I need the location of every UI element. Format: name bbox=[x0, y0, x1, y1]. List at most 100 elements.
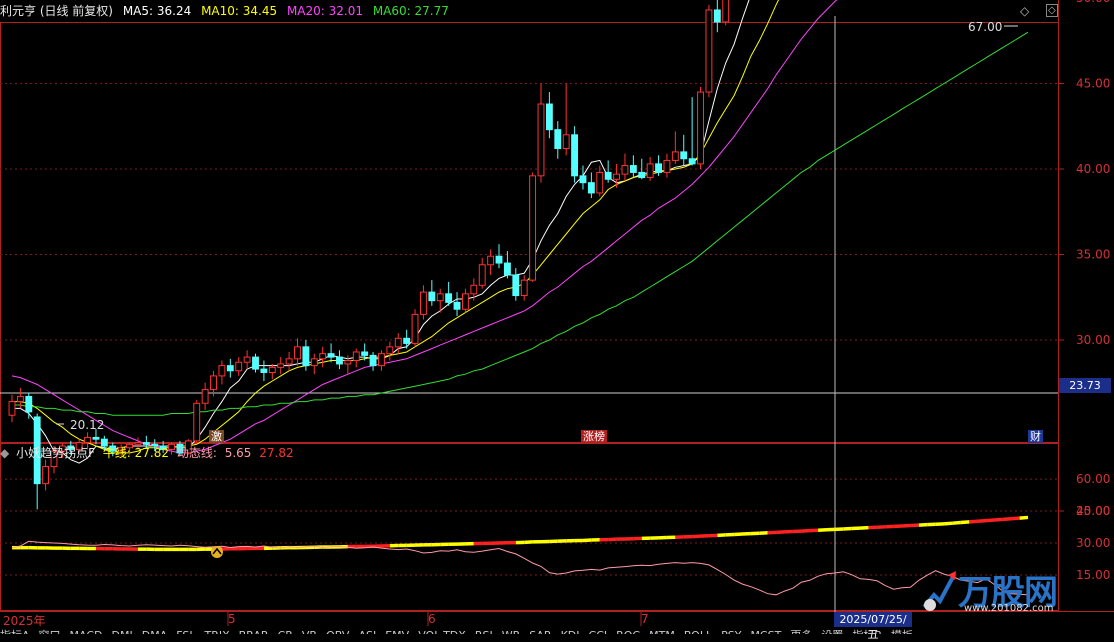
ma20-line bbox=[12, 0, 1028, 453]
price-axis-label: 30.00 bbox=[1076, 333, 1110, 347]
candle-body bbox=[588, 183, 594, 193]
bottom-tab[interactable]: 窗口 bbox=[39, 629, 61, 634]
indicator-toggle-icon[interactable]: ◆ bbox=[0, 446, 9, 460]
candle-body bbox=[454, 302, 460, 309]
ma60-line bbox=[12, 32, 1028, 415]
candle-body bbox=[555, 130, 561, 149]
bull-line-segment bbox=[978, 521, 986, 522]
bottom-tab[interactable]: KDJ bbox=[561, 629, 580, 634]
candle-body bbox=[311, 359, 317, 366]
indicator-axis-label: 45.00 bbox=[1076, 504, 1110, 518]
price-axis-label: 45.00 bbox=[1076, 77, 1110, 91]
bottom-tab[interactable]: FSL bbox=[176, 629, 195, 634]
watermark-url: www.201082.com bbox=[964, 603, 1054, 614]
candle-body bbox=[681, 152, 687, 159]
bottom-tab[interactable]: MACD bbox=[70, 629, 103, 634]
candle-body bbox=[530, 176, 536, 280]
candle-body bbox=[211, 376, 217, 390]
bottom-tab[interactable]: 更多 bbox=[790, 629, 812, 634]
candle-body bbox=[379, 354, 385, 366]
candle-body bbox=[362, 352, 368, 355]
bottom-tab[interactable]: DMI bbox=[112, 629, 133, 634]
candle-body bbox=[563, 135, 569, 149]
candle-body bbox=[672, 152, 678, 161]
collapse-icon[interactable]: ◇ bbox=[1046, 4, 1058, 17]
price-chart[interactable]: 65.0060.0055.0050.0045.0040.0035.0030.00… bbox=[0, 0, 1114, 634]
candle-body bbox=[395, 338, 401, 347]
low-annotation: 20.12 bbox=[70, 418, 104, 432]
bull-line-segment bbox=[1011, 518, 1019, 519]
bottom-tab[interactable]: 模板 bbox=[891, 629, 913, 634]
bottom-tab[interactable]: OBV bbox=[326, 629, 349, 634]
bull-line-value: 牛线: 27.82 bbox=[103, 446, 169, 460]
bottom-tab[interactable]: TRIX bbox=[204, 629, 229, 634]
bull-line-segment bbox=[1020, 517, 1028, 518]
bottom-tab[interactable]: SAR bbox=[529, 629, 551, 634]
bottom-tab[interactable]: 指标B bbox=[852, 629, 882, 634]
candle-body bbox=[295, 347, 301, 359]
bottom-tab[interactable]: CCI bbox=[589, 629, 608, 634]
indicator-axis-label: 30.00 bbox=[1076, 536, 1110, 550]
price-axis-label: 50.00 bbox=[1076, 0, 1110, 5]
candle-body bbox=[345, 361, 351, 364]
candle-body bbox=[194, 403, 200, 441]
candle-body bbox=[446, 294, 452, 303]
cursor-date-box: 2025/07/25/五 bbox=[834, 612, 912, 627]
indicator-tab-bar: 指标A 窗口 MACD DMI DMA FSL TRIX BRAR CR VR OBV ASI EMV V… bbox=[0, 627, 1114, 634]
candle-body bbox=[253, 357, 259, 369]
candle-body bbox=[698, 92, 704, 164]
bottom-tab[interactable]: MTM bbox=[649, 629, 675, 634]
bottom-tab[interactable]: VR bbox=[302, 629, 317, 634]
candle-body bbox=[622, 166, 628, 175]
ma10-line bbox=[12, 0, 1028, 453]
bottom-tab[interactable]: RSI bbox=[475, 629, 493, 634]
candle-body bbox=[656, 164, 662, 173]
watermark-logo: 万股网 www.201082.com bbox=[920, 565, 1100, 613]
candle-body bbox=[706, 10, 712, 92]
candle-body bbox=[664, 160, 670, 172]
candle-body bbox=[639, 172, 645, 177]
bottom-tab[interactable]: BOLL bbox=[684, 629, 712, 634]
signal-badge-zhangbang[interactable]: 涨榜 bbox=[581, 430, 607, 443]
bottom-tab[interactable]: BRAR bbox=[239, 629, 269, 634]
ma5-value: MA5: 36.24 bbox=[123, 4, 191, 18]
bottom-tab[interactable]: PSY bbox=[721, 629, 741, 634]
bottom-tab[interactable]: MCST bbox=[750, 629, 781, 634]
ma5-line bbox=[12, 0, 1028, 463]
dyn-line-value1: 5.65 bbox=[225, 446, 252, 460]
candle-body bbox=[412, 314, 418, 343]
dyn-line-label: 动态线: bbox=[177, 446, 217, 460]
candle-body bbox=[9, 402, 15, 416]
candle-body bbox=[437, 294, 443, 301]
bottom-tab[interactable]: VOL-TDX bbox=[418, 629, 466, 634]
signal-badge-cai[interactable]: 财 bbox=[1028, 430, 1043, 443]
bottom-tab[interactable]: DMA bbox=[142, 629, 168, 634]
bull-line-segment bbox=[961, 522, 969, 523]
x-label-june: 6 bbox=[428, 612, 436, 626]
bottom-tab[interactable]: EMV bbox=[385, 629, 409, 634]
bottom-tab[interactable]: WR bbox=[502, 629, 521, 634]
candle-body bbox=[93, 437, 99, 439]
signal-badge-ji[interactable]: 激 bbox=[209, 430, 224, 443]
candle-body bbox=[496, 256, 502, 263]
candle-body bbox=[303, 347, 309, 366]
candle-body bbox=[353, 352, 359, 361]
bottom-tab[interactable]: ASI bbox=[358, 629, 376, 634]
bottom-tab[interactable]: 设置 bbox=[821, 629, 843, 634]
candle-body bbox=[26, 396, 32, 411]
bottom-tab[interactable]: CR bbox=[278, 629, 293, 634]
candle-body bbox=[370, 355, 376, 365]
bottom-tab[interactable]: 指标A bbox=[0, 629, 30, 634]
chart-stage[interactable]: 65.0060.0055.0050.0045.0040.0035.0030.00… bbox=[0, 0, 1114, 634]
candle-body bbox=[328, 354, 334, 357]
bottom-tab[interactable]: ROC bbox=[616, 629, 640, 634]
candle-body bbox=[387, 347, 393, 354]
candle-body bbox=[269, 367, 275, 372]
candle-body bbox=[572, 135, 578, 176]
candle-body bbox=[630, 166, 636, 173]
candle-body bbox=[236, 362, 242, 371]
diamond-icon[interactable]: ◇ bbox=[1020, 4, 1029, 18]
candle-body bbox=[521, 280, 527, 295]
candle-body bbox=[278, 364, 284, 367]
bull-line-segment bbox=[969, 521, 977, 522]
